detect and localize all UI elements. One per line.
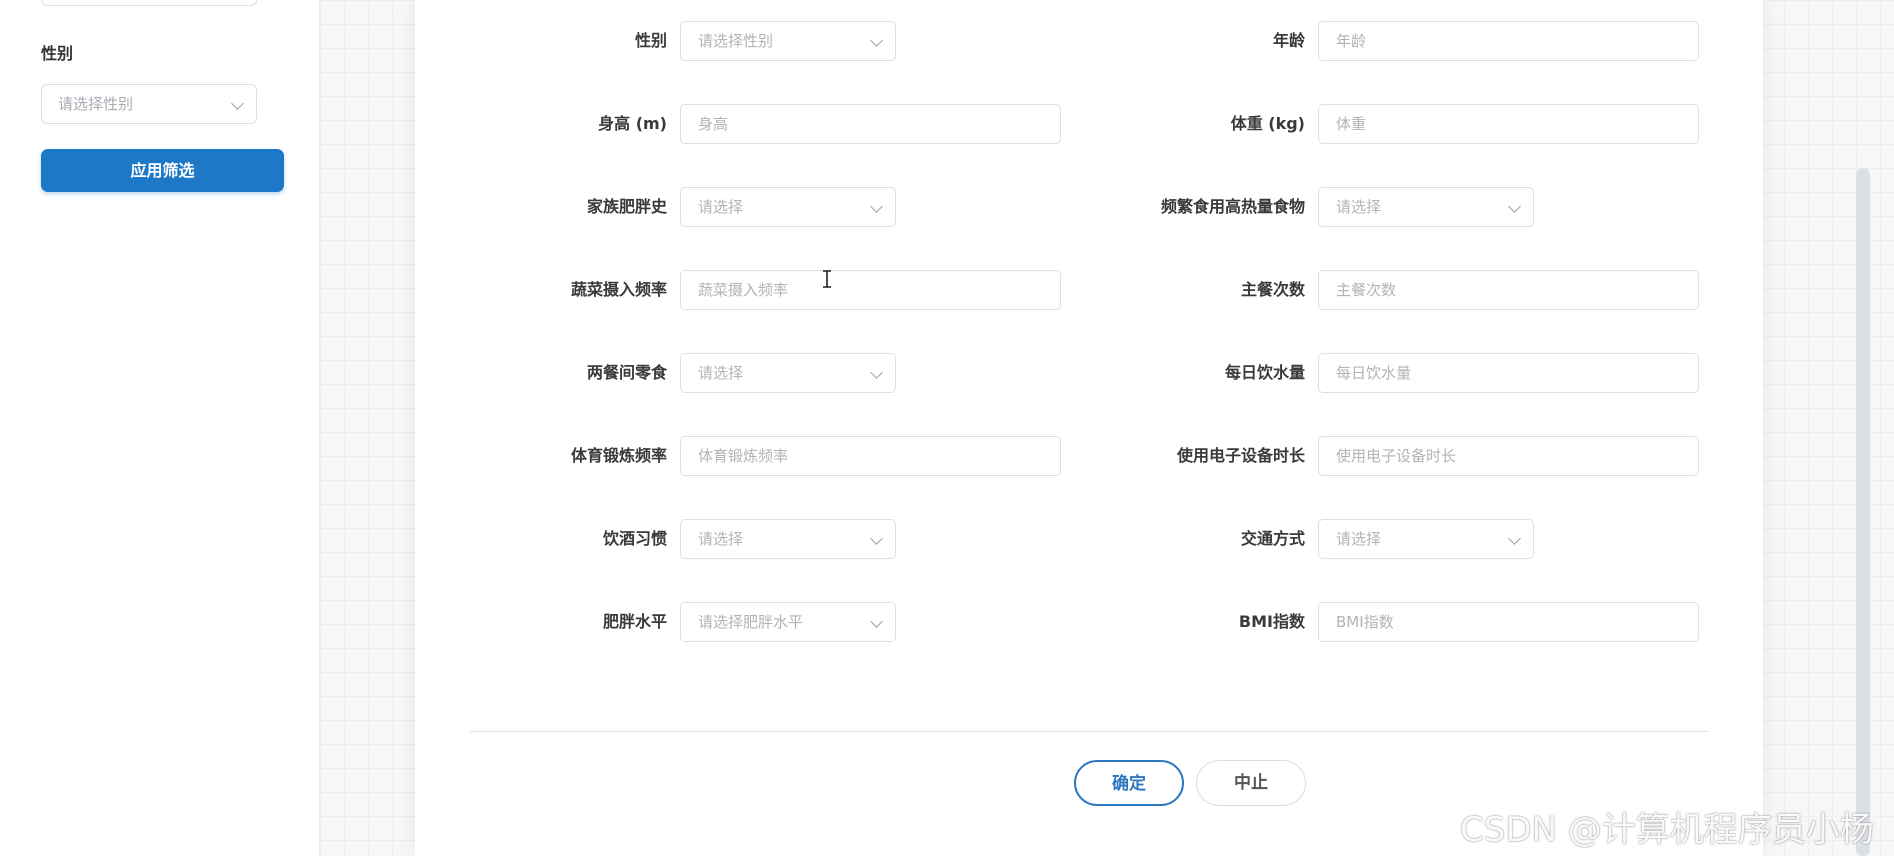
alcohol-select[interactable]: 请选择 (680, 519, 896, 559)
snacks-select[interactable]: 请选择 (680, 353, 896, 393)
water-placeholder: 每日饮水量 (1336, 364, 1412, 382)
chevron-down-icon (870, 615, 883, 628)
main-meals-placeholder: 主餐次数 (1336, 281, 1397, 299)
weight-label: 体重 (kg) (1230, 114, 1305, 133)
vegetable-freq-placeholder: 蔬菜摄入频率 (698, 281, 789, 299)
dialog-footer-divider (470, 731, 1708, 732)
bmi-input[interactable]: BMI指数 (1318, 602, 1699, 642)
chevron-down-icon (870, 34, 883, 47)
height-input[interactable]: 身高 (680, 104, 1061, 144)
weight-placeholder: 体重 (1336, 115, 1367, 133)
age-input[interactable]: 年龄 (1318, 21, 1699, 61)
chevron-down-icon (870, 200, 883, 213)
water-label: 每日饮水量 (1224, 363, 1305, 382)
confirm-button[interactable]: 确定 (1074, 760, 1184, 806)
watermark: CSDN @计算机程序员小杨 (1460, 810, 1874, 850)
obesity-level-placeholder: 请选择肥胖水平 (698, 613, 804, 631)
transport-label: 交通方式 (1240, 529, 1305, 548)
family-history-label: 家族肥胖史 (586, 197, 667, 216)
high-calorie-select[interactable]: 请选择 (1318, 187, 1534, 227)
device-time-input[interactable]: 使用电子设备时长 (1318, 436, 1699, 476)
obesity-level-label: 肥胖水平 (602, 612, 667, 631)
chevron-down-icon (870, 532, 883, 545)
chevron-down-icon (1508, 200, 1521, 213)
filter-sidebar: 性别 请选择性别 应用筛选 (0, 0, 320, 856)
chevron-down-icon (231, 97, 244, 110)
transport-placeholder: 请选择 (1336, 530, 1382, 548)
exercise-input[interactable]: 体育锻炼频率 (680, 436, 1061, 476)
device-time-placeholder: 使用电子设备时长 (1336, 447, 1457, 465)
high-calorie-placeholder: 请选择 (1336, 198, 1382, 216)
sidebar-gender-placeholder: 请选择性别 (58, 95, 134, 113)
chevron-down-icon (870, 366, 883, 379)
device-time-label: 使用电子设备时长 (1176, 446, 1305, 465)
snacks-placeholder: 请选择 (698, 364, 744, 382)
water-input[interactable]: 每日饮水量 (1318, 353, 1699, 393)
height-placeholder: 身高 (698, 115, 729, 133)
cancel-button[interactable]: 中止 (1196, 760, 1306, 806)
gender-select[interactable]: 请选择性别 (680, 21, 896, 61)
text-cursor-icon (823, 270, 831, 288)
sidebar-top-input[interactable] (41, 0, 257, 6)
main-meals-label: 主餐次数 (1240, 280, 1305, 299)
age-label: 年龄 (1272, 31, 1305, 50)
sidebar-gender-select[interactable]: 请选择性别 (41, 84, 257, 124)
vertical-scrollbar[interactable] (1856, 168, 1870, 856)
main-meals-input[interactable]: 主餐次数 (1318, 270, 1699, 310)
family-history-select[interactable]: 请选择 (680, 187, 896, 227)
transport-select[interactable]: 请选择 (1318, 519, 1534, 559)
exercise-label: 体育锻炼频率 (570, 446, 667, 465)
alcohol-label: 饮酒习惯 (602, 529, 667, 548)
sidebar-gender-label: 性别 (41, 44, 74, 63)
weight-input[interactable]: 体重 (1318, 104, 1699, 144)
gender-label: 性别 (634, 31, 667, 50)
bmi-label: BMI指数 (1238, 612, 1305, 631)
snacks-label: 两餐间零食 (586, 363, 667, 382)
vegetable-freq-label: 蔬菜摄入频率 (570, 280, 667, 299)
height-label: 身高 (m) (598, 114, 667, 133)
apply-filter-button[interactable]: 应用筛选 (41, 149, 284, 192)
age-placeholder: 年龄 (1336, 32, 1367, 50)
high-calorie-label: 频繁食用高热量食物 (1160, 197, 1305, 216)
alcohol-placeholder: 请选择 (698, 530, 744, 548)
vegetable-freq-input[interactable]: 蔬菜摄入频率 (680, 270, 1061, 310)
bmi-placeholder: BMI指数 (1336, 613, 1394, 631)
obesity-level-select[interactable]: 请选择肥胖水平 (680, 602, 896, 642)
chevron-down-icon (1508, 532, 1521, 545)
gender-placeholder: 请选择性别 (698, 32, 774, 50)
family-history-placeholder: 请选择 (698, 198, 744, 216)
exercise-placeholder: 体育锻炼频率 (698, 447, 789, 465)
